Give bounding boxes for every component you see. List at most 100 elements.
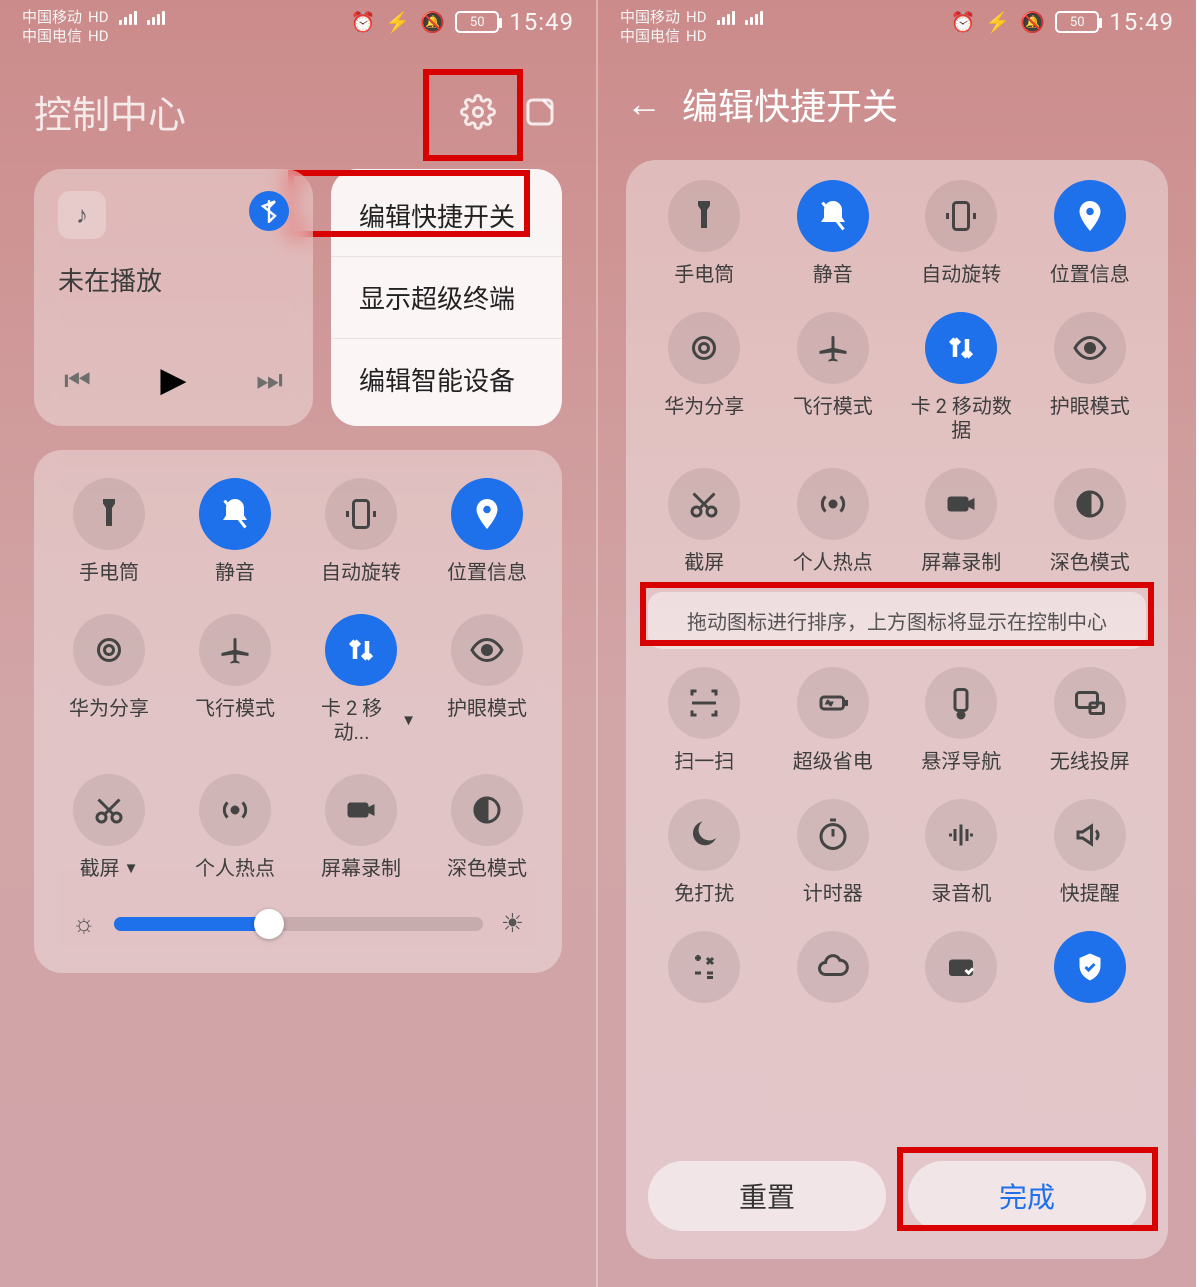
switch-share[interactable]: 华为分享: [48, 614, 170, 744]
status-bar: 中国移动 HD 中国电信 HD ⏰ ⚡ 🔕 50 15:49: [598, 0, 1196, 56]
hd-badge-2: HD: [686, 27, 707, 46]
switch-flashlight[interactable]: 手电筒: [48, 478, 170, 584]
bluetooth-badge[interactable]: [249, 191, 289, 231]
megaphone-icon: [1072, 817, 1108, 853]
bell-off-icon: [217, 496, 253, 532]
menu-item-super-terminal[interactable]: 显示超级终端: [331, 257, 562, 339]
alarm-icon: ⏰: [351, 10, 376, 34]
switch-rotate[interactable]: 自动旋转: [300, 478, 422, 584]
label: 飞行模式: [793, 394, 873, 418]
rotate-icon: [343, 496, 379, 532]
switch-record[interactable]: 屏幕录制: [899, 468, 1024, 574]
label: 位置信息: [447, 560, 527, 584]
reset-button[interactable]: 重置: [648, 1161, 886, 1231]
eye-icon: [1072, 330, 1108, 366]
switch-airplane[interactable]: 飞行模式: [174, 614, 296, 744]
brightness-low-icon: ☼: [72, 908, 96, 939]
settings-button[interactable]: [456, 90, 500, 134]
switch-scan[interactable]: 扫一扫: [642, 667, 767, 773]
switch-cast[interactable]: 无线投屏: [1028, 667, 1153, 773]
switch-floatnav[interactable]: 悬浮导航: [899, 667, 1024, 773]
switch-flashlight[interactable]: 手电筒: [642, 180, 767, 286]
signal-icon: [717, 11, 735, 25]
label: 静音: [813, 262, 853, 286]
label: 手电筒: [79, 560, 139, 584]
quick-switch-panel: 手电筒 静音 自动旋转 位置信息 华为分享 飞行模式: [34, 450, 562, 973]
status-bar: 中国移动 HD 中国电信 HD ⏰ ⚡ 🔕 50 15:49: [0, 0, 596, 56]
sort-note: 拖动图标进行排序，上方图标将显示在控制中心: [648, 592, 1146, 649]
switch-eyecare[interactable]: 护眼模式: [426, 614, 548, 744]
timer-icon: [815, 817, 851, 853]
label: 录音机: [931, 881, 991, 905]
switch-share[interactable]: 华为分享: [642, 312, 767, 442]
switch-rotate[interactable]: 自动旋转: [899, 180, 1024, 286]
brightness-high-icon: ☀: [501, 909, 524, 939]
mute-icon: 🔕: [420, 10, 445, 34]
switch-cloud[interactable]: .: [771, 931, 896, 1037]
back-button[interactable]: ←: [626, 83, 662, 125]
switch-eyecare[interactable]: 护眼模式: [1028, 312, 1153, 442]
switch-mobiledata[interactable]: 卡 2 移动数据: [899, 312, 1024, 442]
slider-thumb[interactable]: [254, 909, 284, 939]
switch-location[interactable]: 位置信息: [426, 478, 548, 584]
battery-pct: 50: [1070, 15, 1085, 30]
carrier-2: 中国电信: [620, 27, 680, 46]
switch-powersave[interactable]: 超级省电: [771, 667, 896, 773]
next-track-button[interactable]: ⏭: [256, 363, 283, 398]
scissors-icon: [686, 486, 722, 522]
phone-screen-control-center: 中国移动 HD 中国电信 HD ⏰ ⚡ 🔕 50 15:49 控制中心 ♪: [0, 0, 598, 1287]
card-icon: [943, 949, 979, 985]
label: 屏幕录制: [921, 550, 1001, 574]
switch-screenshot[interactable]: 截屏▼: [48, 774, 170, 880]
edit-button[interactable]: [518, 90, 562, 134]
label: 静音: [215, 560, 255, 584]
brightness-slider[interactable]: ☼ ☀: [48, 902, 548, 949]
carrier-1: 中国移动: [620, 8, 680, 27]
menu-item-edit-devices[interactable]: 编辑智能设备: [331, 339, 562, 420]
status-left: 中国移动 HD 中国电信 HD: [620, 8, 763, 46]
switch-mute[interactable]: 静音: [174, 478, 296, 584]
switch-hotspot[interactable]: 个人热点: [771, 468, 896, 574]
switch-calculator[interactable]: .: [642, 931, 767, 1037]
switch-dnd[interactable]: 免打扰: [642, 799, 767, 905]
label: 快提醒: [1060, 881, 1120, 905]
switch-darkmode[interactable]: 深色模式: [426, 774, 548, 880]
record-icon: [343, 792, 379, 828]
battery-saver-icon: [815, 685, 851, 721]
quick-switch-grid: 手电筒 静音 自动旋转 位置信息 华为分享 飞行模式: [48, 478, 548, 880]
switch-record[interactable]: 屏幕录制: [300, 774, 422, 880]
data-arrows-icon: [343, 632, 379, 668]
airplane-icon: [815, 330, 851, 366]
switch-security[interactable]: .: [1028, 931, 1153, 1037]
media-card[interactable]: ♪ 未在播放 ⏮ ▶ ⏭: [34, 169, 313, 426]
switch-card[interactable]: .: [899, 931, 1024, 1037]
play-button[interactable]: ▶: [160, 360, 186, 400]
switch-mobiledata[interactable]: 卡 2 移动...▼: [300, 614, 422, 744]
label: 飞行模式: [195, 696, 275, 720]
label: 个人热点: [195, 856, 275, 880]
label: 无线投屏: [1050, 749, 1130, 773]
switch-location[interactable]: 位置信息: [1028, 180, 1153, 286]
prev-track-button[interactable]: ⏮: [64, 363, 91, 398]
label: 超级省电: [793, 749, 873, 773]
label: 计时器: [803, 881, 863, 905]
eye-icon: [469, 632, 505, 668]
switch-alert[interactable]: 快提醒: [1028, 799, 1153, 905]
switch-hotspot[interactable]: 个人热点: [174, 774, 296, 880]
label: 免打扰: [674, 881, 734, 905]
switch-timer[interactable]: 计时器: [771, 799, 896, 905]
slider-track[interactable]: [114, 917, 483, 931]
data-arrows-icon: [943, 330, 979, 366]
page-title: 编辑快捷开关: [682, 78, 898, 130]
darkmode-icon: [1072, 486, 1108, 522]
record-icon: [943, 486, 979, 522]
cloud-icon: [815, 949, 851, 985]
switch-airplane[interactable]: 飞行模式: [771, 312, 896, 442]
switch-darkmode[interactable]: 深色模式: [1028, 468, 1153, 574]
label: 自动旋转: [321, 560, 401, 584]
switch-mute[interactable]: 静音: [771, 180, 896, 286]
switch-recorder[interactable]: 录音机: [899, 799, 1024, 905]
menu-item-edit-switches[interactable]: 编辑快捷开关: [331, 175, 562, 257]
done-button[interactable]: 完成: [908, 1161, 1146, 1231]
switch-screenshot[interactable]: 截屏: [642, 468, 767, 574]
